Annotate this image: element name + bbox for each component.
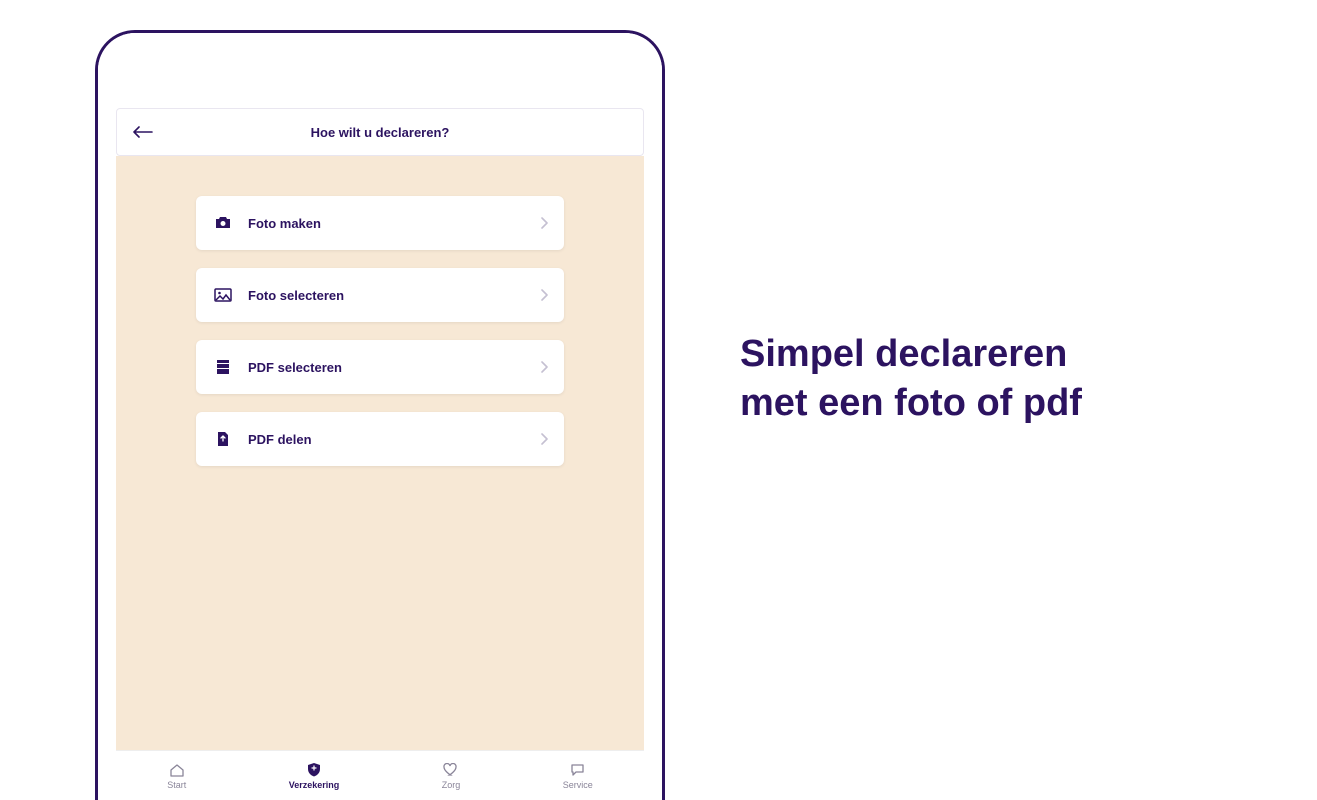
content-area: Foto maken Foto selecteren	[116, 156, 644, 750]
nav-start[interactable]: Start	[167, 762, 186, 790]
nav-label: Zorg	[442, 780, 461, 790]
tablet-frame: Hoe wilt u declareren? Foto maken	[95, 30, 665, 800]
nav-verzekering[interactable]: Verzekering	[289, 762, 340, 790]
nav-label: Verzekering	[289, 780, 340, 790]
nav-service[interactable]: Service	[563, 762, 593, 790]
home-icon	[168, 762, 186, 778]
promo-line-1: Simpel declareren	[740, 330, 1260, 379]
tablet-bezel-top	[98, 33, 662, 108]
option-take-photo[interactable]: Foto maken	[196, 196, 564, 250]
option-label: PDF selecteren	[248, 360, 540, 375]
chat-icon	[569, 762, 587, 778]
option-select-photo[interactable]: Foto selecteren	[196, 268, 564, 322]
bottom-nav: Start Verzekering Zorg	[116, 750, 644, 800]
app-bar: Hoe wilt u declareren?	[116, 108, 644, 156]
nav-label: Start	[167, 780, 186, 790]
chevron-right-icon	[540, 361, 548, 373]
heart-icon	[442, 762, 460, 778]
app-bar-title: Hoe wilt u declareren?	[117, 125, 643, 140]
nav-label: Service	[563, 780, 593, 790]
option-select-pdf[interactable]: PDF selecteren	[196, 340, 564, 394]
shield-icon	[305, 762, 323, 778]
promo-headline: Simpel declareren met een foto of pdf	[740, 330, 1260, 429]
option-label: PDF delen	[248, 432, 540, 447]
pdf-icon	[212, 359, 234, 375]
option-label: Foto maken	[248, 216, 540, 231]
camera-icon	[212, 216, 234, 230]
promo-line-2: met een foto of pdf	[740, 379, 1260, 428]
chevron-right-icon	[540, 433, 548, 445]
image-icon	[212, 288, 234, 302]
nav-zorg[interactable]: Zorg	[442, 762, 461, 790]
file-share-icon	[212, 431, 234, 447]
chevron-right-icon	[540, 217, 548, 229]
option-share-pdf[interactable]: PDF delen	[196, 412, 564, 466]
option-label: Foto selecteren	[248, 288, 540, 303]
chevron-right-icon	[540, 289, 548, 301]
